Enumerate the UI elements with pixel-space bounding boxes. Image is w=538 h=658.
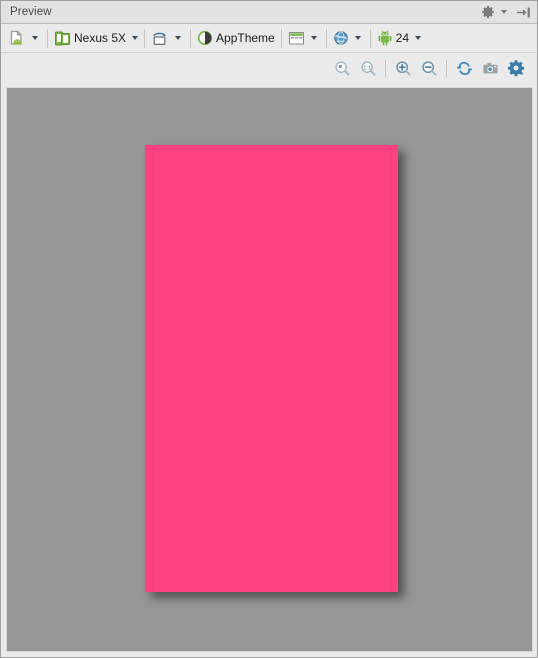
preview-settings-button[interactable]: [503, 56, 529, 80]
activity-caret-icon: [310, 36, 317, 40]
svg-text:1:1: 1:1: [363, 65, 371, 71]
hide-panel-icon: [517, 7, 530, 17]
config-caret-icon: [32, 36, 38, 40]
panel-title-bar: Preview: [1, 1, 537, 24]
api-level-caret-icon: [415, 36, 422, 40]
toolbar-item-api-level[interactable]: 24: [372, 24, 426, 52]
globe-icon: [334, 31, 348, 45]
gear-icon: [507, 60, 525, 77]
zoom-to-fit-icon: [334, 60, 350, 76]
camera-icon: [482, 62, 498, 73]
toolbar-theme-label: AppTheme: [216, 31, 275, 45]
gear-caret[interactable]: [498, 10, 507, 14]
toolbar-divider: [144, 28, 146, 48]
zoom-to-fit-button[interactable]: [329, 56, 355, 80]
orientation-caret-icon: [175, 36, 182, 40]
toolbar-item-device[interactable]: Nexus 5X: [49, 24, 143, 52]
preview-config-toolbar: Nexus 5X AppTheme 24: [1, 24, 537, 53]
preview-zoom-toolbar: 1:1 1:1: [1, 53, 537, 83]
zoombar-divider: [385, 59, 386, 77]
device-phone-icon: [55, 31, 70, 45]
toolbar-divider: [369, 28, 371, 48]
refresh-button[interactable]: [451, 56, 477, 80]
layout-config-icon: [10, 30, 22, 45]
toolbar-item-activity[interactable]: [283, 24, 325, 52]
settings-gear-dropdown-button[interactable]: [481, 4, 495, 20]
activity-window-icon: [288, 32, 304, 45]
zoom-actual-size-icon: 1:1: [360, 60, 376, 76]
screenshot-button[interactable]: [477, 56, 503, 80]
zoom-in-button[interactable]: [390, 56, 416, 80]
device-screen-preview[interactable]: [145, 145, 398, 592]
toolbar-divider: [47, 28, 48, 48]
locale-caret-icon: [354, 36, 361, 40]
preview-canvas[interactable]: [6, 87, 533, 652]
zoom-in-icon: [395, 60, 411, 76]
android-robot-icon: [378, 30, 392, 46]
orientation-rotate-icon: [153, 32, 166, 45]
toolbar-divider: [280, 28, 282, 48]
theme-contrast-icon: [197, 30, 213, 46]
toolbar-divider: [325, 28, 327, 48]
toolbar-device-label: Nexus 5X: [74, 31, 127, 45]
zoom-out-icon: [421, 60, 437, 76]
zoom-out-button[interactable]: [416, 56, 442, 80]
page-title: Preview: [10, 6, 52, 18]
toolbar-item-orientation[interactable]: [146, 24, 189, 52]
preview-panel: Preview Nexus 5X AppTheme 24 1:1: [0, 0, 538, 658]
gear-icon: [482, 5, 494, 19]
refresh-icon: [456, 61, 472, 75]
toolbar-item-locale[interactable]: [328, 24, 369, 52]
toolbar-divider: [190, 28, 192, 48]
toolbar-item-theme[interactable]: AppTheme: [192, 24, 280, 52]
toolbar-item-config[interactable]: [3, 24, 46, 52]
zoombar-divider: [446, 59, 447, 77]
toolbar-api-level-label: 24: [395, 31, 410, 45]
preview-canvas-wrapper: [1, 83, 537, 657]
zoom-actual-size-button[interactable]: 1:1 1:1: [355, 56, 381, 80]
hide-panel-button[interactable]: [516, 4, 531, 20]
title-bar-actions: [481, 4, 531, 20]
device-caret-icon: [132, 36, 139, 40]
